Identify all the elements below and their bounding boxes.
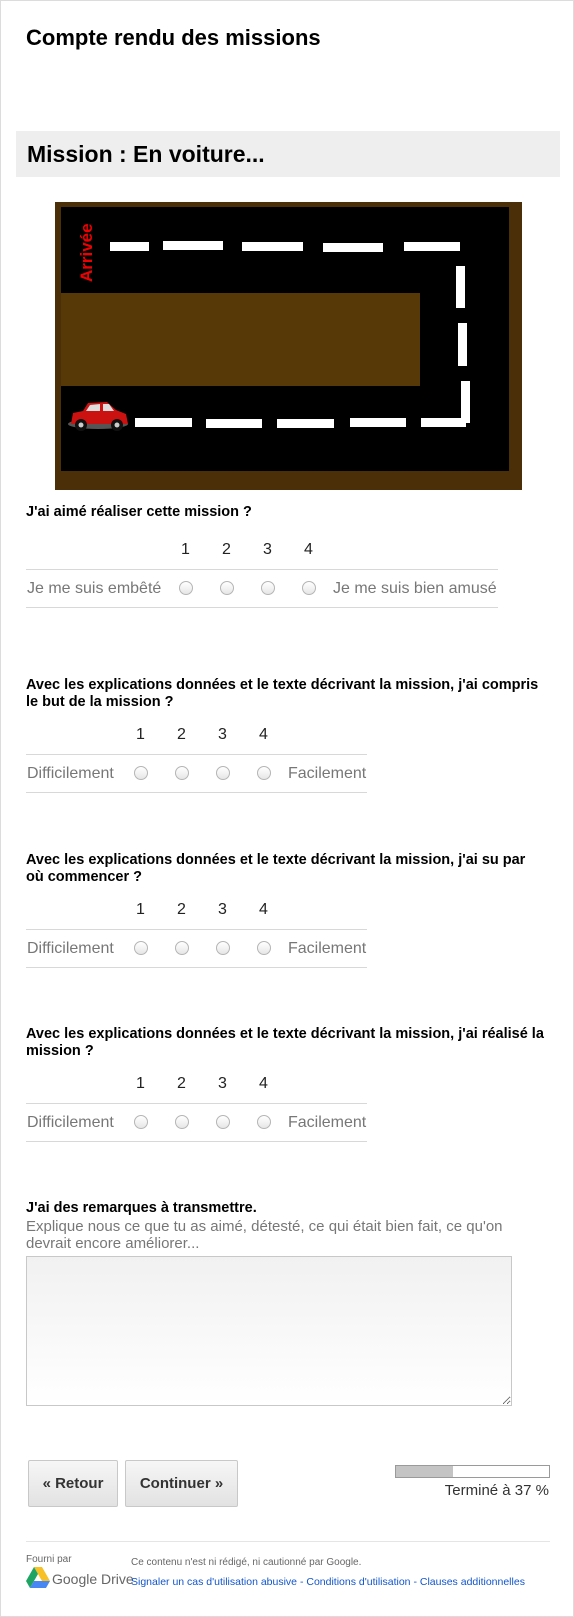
high-label: Facilement xyxy=(284,754,368,793)
scale-header-1: 1 xyxy=(136,726,145,743)
finish-label: Arrivée xyxy=(77,223,96,282)
radio-option-2[interactable] xyxy=(219,581,234,596)
scale-header-3: 3 xyxy=(218,726,227,743)
radio-option-4[interactable] xyxy=(256,941,271,956)
radio-option-2[interactable] xyxy=(174,941,189,956)
radio-option-3[interactable] xyxy=(215,766,230,781)
question-1-scale: 1 2 3 4 Je me suis embêté Je me suis bie… xyxy=(26,531,498,608)
radio-option-2[interactable] xyxy=(174,1115,189,1130)
scale-header-1: 1 xyxy=(136,901,145,918)
form-page: Compte rendu des missions Mission : En v… xyxy=(0,0,574,1617)
footer-disclaimer: Ce contenu n'est ni rédigé, ni cautionné… xyxy=(131,1557,362,1568)
scale-header-4: 4 xyxy=(259,726,268,743)
scale-header-2: 2 xyxy=(222,541,231,558)
provided-by-label: Fourni par xyxy=(26,1554,72,1565)
high-label: Facilement xyxy=(284,929,368,968)
progress-label: Terminé à 37 % xyxy=(444,1482,549,1499)
radio-option-4[interactable] xyxy=(256,1115,271,1130)
back-button[interactable]: « Retour xyxy=(28,1460,118,1507)
low-label: Difficilement xyxy=(26,1103,120,1142)
radio-option-1[interactable] xyxy=(178,581,193,596)
remarks-help-text: Explique nous ce que tu as aimé, détesté… xyxy=(26,1218,503,1252)
high-label: Facilement xyxy=(284,1103,368,1142)
question-4-scale: 1 2 3 4 Difficilement Facilement xyxy=(26,1065,368,1142)
footer-separator: - xyxy=(410,1576,420,1588)
low-label: Difficilement xyxy=(26,754,120,793)
section-header: Mission : En voiture... xyxy=(16,131,560,177)
footer-links: Signaler un cas d'utilisation abusive - … xyxy=(131,1576,525,1588)
radio-option-3[interactable] xyxy=(260,581,275,596)
radio-option-3[interactable] xyxy=(215,1115,230,1130)
scale-header-3: 3 xyxy=(218,1075,227,1092)
question-4-title: Avec les explications données et le text… xyxy=(26,1026,544,1059)
footer-divider xyxy=(26,1541,550,1542)
continue-button[interactable]: Continuer » xyxy=(125,1460,238,1507)
scale-header-2: 2 xyxy=(177,726,186,743)
scale-header-1: 1 xyxy=(136,1075,145,1092)
remarks-textarea[interactable] xyxy=(26,1256,512,1406)
progress-fill xyxy=(396,1466,453,1477)
radio-option-4[interactable] xyxy=(256,766,271,781)
low-label: Difficilement xyxy=(26,929,120,968)
scale-header-2: 2 xyxy=(177,901,186,918)
scale-header-4: 4 xyxy=(259,1075,268,1092)
question-3-title: Avec les explications données et le text… xyxy=(26,852,526,885)
question-1-title: J'ai aimé réaliser cette mission ? xyxy=(26,504,252,520)
radio-option-1[interactable] xyxy=(133,766,148,781)
radio-option-2[interactable] xyxy=(174,766,189,781)
remarks-title: J'ai des remarques à transmettre. xyxy=(26,1200,257,1216)
question-2-scale: 1 2 3 4 Difficilement Facilement xyxy=(26,716,368,793)
question-3-scale: 1 2 3 4 Difficilement Facilement xyxy=(26,891,368,968)
high-label: Je me suis bien amusé xyxy=(329,569,498,608)
scale-header-1: 1 xyxy=(181,541,190,558)
radio-option-1[interactable] xyxy=(133,941,148,956)
question-2-title: Avec les explications données et le text… xyxy=(26,677,539,710)
scale-header-4: 4 xyxy=(259,901,268,918)
additional-terms-link[interactable]: Clauses additionnelles xyxy=(420,1576,525,1588)
scale-header-3: 3 xyxy=(218,901,227,918)
section-title: Mission : En voiture... xyxy=(27,141,265,167)
progress-bar xyxy=(395,1465,550,1478)
mission-track-image: Arrivée xyxy=(55,202,522,490)
google-drive-brand: Google Drive xyxy=(52,1571,134,1587)
track-inner-block xyxy=(61,293,420,386)
footer-separator: - xyxy=(297,1576,307,1588)
scale-header-3: 3 xyxy=(263,541,272,558)
scale-header-4: 4 xyxy=(304,541,313,558)
google-drive-icon xyxy=(26,1567,50,1588)
low-label: Je me suis embêté xyxy=(26,569,165,608)
radio-option-1[interactable] xyxy=(133,1115,148,1130)
form-title: Compte rendu des missions xyxy=(26,25,321,50)
report-abuse-link[interactable]: Signaler un cas d'utilisation abusive xyxy=(131,1576,297,1588)
terms-link[interactable]: Conditions d'utilisation xyxy=(306,1576,410,1588)
radio-option-3[interactable] xyxy=(215,941,230,956)
radio-option-4[interactable] xyxy=(301,581,316,596)
scale-header-2: 2 xyxy=(177,1075,186,1092)
